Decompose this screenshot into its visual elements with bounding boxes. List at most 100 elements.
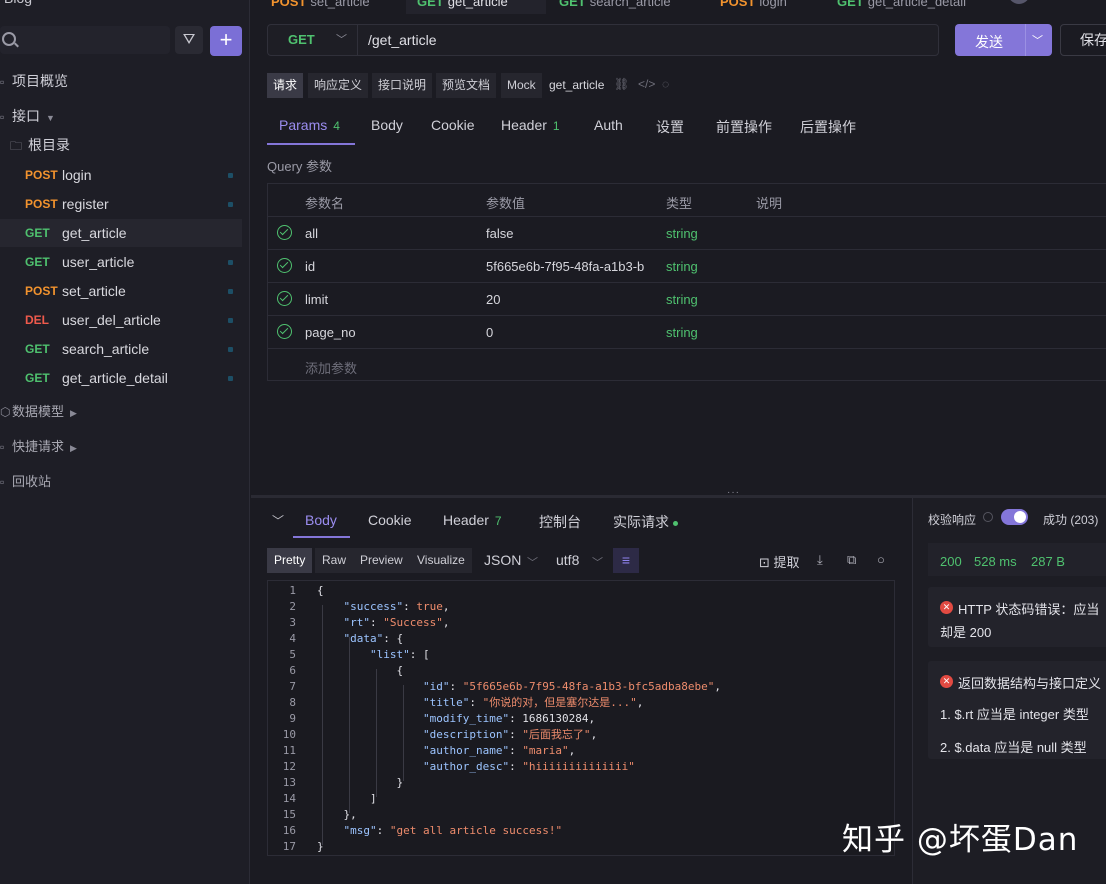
sidebar-item-user-article[interactable]: GET user_article (0, 248, 242, 276)
check-circle-icon[interactable] (277, 324, 292, 339)
wrap-lines-icon[interactable]: ≡ (613, 548, 639, 573)
sidebar-item-trash[interactable]: ▫ 回收站 (0, 468, 242, 496)
param-type[interactable]: string (666, 325, 698, 340)
chevron-down-icon[interactable]: ﹀ (272, 512, 284, 529)
tab-visualize[interactable]: Visualize (410, 548, 472, 573)
apis-label: 接口 (12, 108, 40, 124)
chevron-down-icon: ﹀ (592, 557, 603, 569)
param-name[interactable]: all (305, 226, 318, 241)
api-name: register (62, 196, 109, 212)
sidebar-item-overview[interactable]: ▫ 项目概览 (0, 67, 242, 95)
add-button[interactable]: + (210, 26, 242, 56)
save-button[interactable]: 保存 (1060, 24, 1106, 56)
line-number: 3 (289, 616, 296, 629)
check-circle-icon[interactable] (277, 225, 292, 240)
tab-body[interactable]: Body (371, 117, 403, 133)
count-badge: 4 (333, 119, 340, 133)
format-select[interactable]: JSON (484, 552, 521, 568)
tab-params[interactable]: Params 4 (279, 117, 340, 133)
tab-request[interactable]: 请求 (267, 73, 304, 98)
tab-get-article[interactable]: GET get_article (417, 0, 508, 9)
chevron-down-icon: ﹀ (336, 34, 347, 46)
tab-response-header[interactable]: Header 7 (443, 512, 502, 528)
check-circle-icon[interactable] (277, 258, 292, 273)
param-type[interactable]: string (666, 292, 698, 307)
code-text: { (317, 664, 404, 677)
response-code-viewer[interactable]: 1{2 "success": true, 3 "rt": "Success", 4 … (267, 580, 895, 856)
param-value[interactable]: 20 (486, 292, 660, 307)
param-value[interactable]: 5f665e6b-7f95-48fa-a1b3-b (486, 259, 660, 274)
status-dot (228, 318, 233, 323)
format-bar: Pretty Raw Preview Visualize JSON ﹀ utf8… (267, 548, 897, 574)
param-value[interactable]: 0 (486, 325, 660, 340)
validate-toggle[interactable] (1001, 509, 1028, 525)
sidebar-item-register[interactable]: POST register (0, 190, 242, 218)
tab-actual-request[interactable]: 实际请求 (613, 512, 678, 532)
sidebar-item-quick-requests[interactable]: ▫ 快捷请求 ▶ (0, 433, 242, 461)
download-icon[interactable]: ⤓ (817, 552, 823, 568)
table-header: 参数名 参数值 类型 说明 (268, 184, 1106, 217)
search-input[interactable] (0, 26, 170, 54)
tab-raw[interactable]: Raw (315, 548, 354, 573)
send-button[interactable]: 发送 ﹀ (955, 24, 1052, 56)
tab-get-article-detail[interactable]: GET get_article_detail (837, 0, 966, 9)
param-name[interactable]: page_no (305, 325, 356, 340)
tab-mock[interactable]: Mock (501, 73, 542, 98)
sidebar-item-models[interactable]: ⬡ 数据模型 ▶ (0, 398, 242, 426)
trash-icon: ▫ (0, 475, 5, 489)
copy-icon[interactable]: ⧉ (847, 552, 856, 568)
error-icon: ✕ (940, 675, 953, 688)
method-select[interactable]: GET ﹀ (268, 25, 358, 55)
info-icon[interactable] (983, 512, 993, 522)
code-text: "success": true, (343, 600, 450, 613)
sidebar-item-user-del-article[interactable]: DEL user_del_article (0, 306, 242, 334)
chevron-down-icon[interactable]: ﹀ (1032, 32, 1043, 48)
sidebar-item-get-article-detail[interactable]: GET get_article_detail (0, 364, 242, 392)
api-name: user_del_article (62, 312, 161, 328)
tab-api-doc[interactable]: 接口说明 (372, 73, 433, 98)
param-name[interactable]: id (305, 259, 315, 274)
caret-right-icon: ▶ (70, 408, 77, 418)
url-input[interactable]: /get_article (368, 32, 436, 48)
sidebar-item-search-article[interactable]: GET search_article (0, 335, 242, 363)
sidebar-folder-root[interactable]: 🗀 根目录 (0, 131, 242, 159)
link-icon[interactable]: ⛓ (614, 77, 629, 91)
tab-settings[interactable]: 设置 (656, 117, 684, 137)
filter-button[interactable]: ⛛ (175, 26, 203, 54)
tab-pre-processors[interactable]: 前置操作 (716, 117, 772, 137)
encoding-select[interactable]: utf8 (556, 552, 579, 568)
tab-console[interactable]: 控制台 (539, 512, 581, 532)
tab-auth[interactable]: Auth (594, 117, 623, 133)
sidebar-item-set-article[interactable]: POST set_article (0, 277, 242, 305)
code-icon[interactable]: </> (638, 77, 655, 91)
method-badge: GET (559, 0, 586, 9)
param-type[interactable]: string (666, 226, 698, 241)
tab-post-processors[interactable]: 后置操作 (800, 117, 856, 137)
param-value[interactable]: false (486, 226, 660, 241)
extract-button[interactable]: ⊡ 提取 (759, 552, 800, 571)
tab-cookie[interactable]: Cookie (431, 117, 475, 133)
sidebar-item-get-article[interactable]: GET get_article (0, 219, 242, 247)
param-type[interactable]: string (666, 259, 698, 274)
table-row: id 5f665e6b-7f95-48fa-a1b3-b string (268, 250, 1106, 283)
sidebar-section-apis[interactable]: ▫ 接口 ▼ (0, 102, 242, 130)
method-badge: POST (25, 197, 58, 211)
tab-login[interactable]: POST login (720, 0, 787, 9)
drag-handle-icon[interactable]: ··· (727, 487, 740, 498)
add-param-input[interactable]: 添加参数 (305, 358, 357, 377)
tab-response-body[interactable]: Body (305, 512, 337, 528)
tab-response-definition[interactable]: 响应定义 (308, 73, 369, 98)
tab-preview[interactable]: Preview (353, 548, 410, 573)
tab-search-article[interactable]: GET search_article (559, 0, 671, 9)
avatar[interactable] (1008, 0, 1030, 4)
history-icon[interactable]: ◌ (662, 77, 669, 91)
param-name[interactable]: limit (305, 292, 328, 307)
check-circle-icon[interactable] (277, 291, 292, 306)
tab-preview-doc[interactable]: 预览文档 (436, 73, 497, 98)
tab-set-article[interactable]: POST set_article (271, 0, 370, 9)
sidebar-item-login[interactable]: POST login (0, 161, 242, 189)
search-icon[interactable]: ○ (877, 552, 885, 567)
tab-header[interactable]: Header 1 (501, 117, 560, 133)
tab-response-cookie[interactable]: Cookie (368, 512, 412, 528)
tab-pretty[interactable]: Pretty (267, 548, 313, 573)
